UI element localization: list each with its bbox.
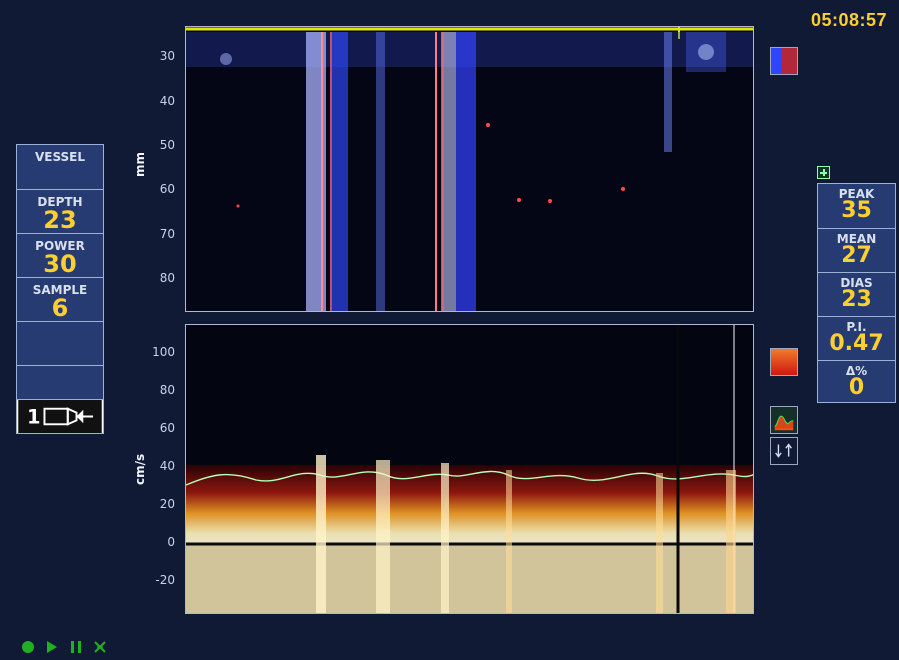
bottom-y-tick-60: 60: [159, 421, 175, 435]
top-mmode-graphic: [186, 27, 753, 311]
top-y-tick-70: 70: [159, 227, 175, 241]
right-measurement-panel: PEAK 35 MEAN 27 DIAS 23 P.I. 0.47 Δ% 0: [817, 183, 896, 403]
pause-icon: [71, 641, 81, 653]
bottom-y-tick-80: 80: [159, 383, 175, 397]
waveform-tool-button[interactable]: [770, 406, 798, 434]
top-y-tick-80: 80: [159, 271, 175, 285]
color-scale-swatch: [770, 47, 798, 75]
play-button[interactable]: [44, 639, 60, 655]
delta-value: 0: [848, 375, 865, 400]
sample-value: 6: [51, 294, 69, 322]
scroll-arrows-button[interactable]: [770, 437, 798, 465]
pi-cell: P.I. 0.47: [818, 316, 895, 360]
empty-cell-2: [17, 365, 103, 399]
probe-icon: 1: [18, 400, 102, 433]
top-y-tick-50: 50: [159, 138, 175, 152]
mean-value: 27: [841, 243, 872, 268]
bottom-y-tick-20: 20: [159, 497, 175, 511]
mean-cell: MEAN 27: [818, 228, 895, 272]
record-button[interactable]: [20, 639, 36, 655]
left-parameter-panel: VESSEL DEPTH 23 POWER 30 SAMPLE 6 1: [16, 144, 104, 434]
top-y-tick-60: 60: [159, 182, 175, 196]
pi-value: 0.47: [829, 331, 884, 356]
add-measurement-icon[interactable]: [817, 166, 830, 179]
doppler-spectrum-graphic: [186, 325, 753, 613]
power-cell[interactable]: POWER 30: [17, 233, 103, 277]
top-y-axis-title: mm: [133, 151, 147, 177]
top-y-tick-40: 40: [159, 94, 175, 108]
bottom-y-tick-100: 100: [152, 345, 175, 359]
peak-cell: PEAK 35: [818, 184, 895, 228]
cancel-icon: [94, 641, 106, 653]
scroll-arrows-icon: [775, 443, 792, 458]
vessel-cell[interactable]: VESSEL: [17, 145, 103, 189]
record-icon: [22, 641, 34, 653]
depth-cell[interactable]: DEPTH 23: [17, 189, 103, 233]
bottom-y-tick-minus20: -20: [155, 573, 175, 587]
pause-button[interactable]: [68, 639, 84, 655]
depth-value: 23: [43, 206, 77, 234]
bottom-y-axis-title: cm/s: [133, 453, 147, 485]
dias-value: 23: [841, 287, 872, 312]
vessel-label: VESSEL: [34, 150, 86, 164]
play-icon: [47, 641, 57, 653]
probe-selector[interactable]: 1: [17, 399, 103, 433]
bottom-y-tick-0: 0: [167, 535, 175, 549]
probe-number: 1: [27, 405, 41, 428]
delta-cell: Δ% 0: [818, 360, 895, 404]
waveform-icon: [774, 415, 794, 431]
spectrum-color-swatch: [770, 348, 798, 376]
doppler-spectrum-display: [185, 324, 754, 614]
peak-value: 35: [841, 198, 872, 223]
top-y-tick-30: 30: [159, 49, 175, 63]
playback-controls: [20, 639, 140, 659]
cancel-button[interactable]: [92, 639, 108, 655]
top-mmode-display: [185, 26, 754, 312]
clock: 05:08:57: [811, 10, 888, 30]
dias-cell: DIAS 23: [818, 272, 895, 316]
bottom-y-tick-40: 40: [159, 459, 175, 473]
empty-cell-1: [17, 321, 103, 365]
sample-cell[interactable]: SAMPLE 6: [17, 277, 103, 321]
power-value: 30: [43, 250, 77, 278]
